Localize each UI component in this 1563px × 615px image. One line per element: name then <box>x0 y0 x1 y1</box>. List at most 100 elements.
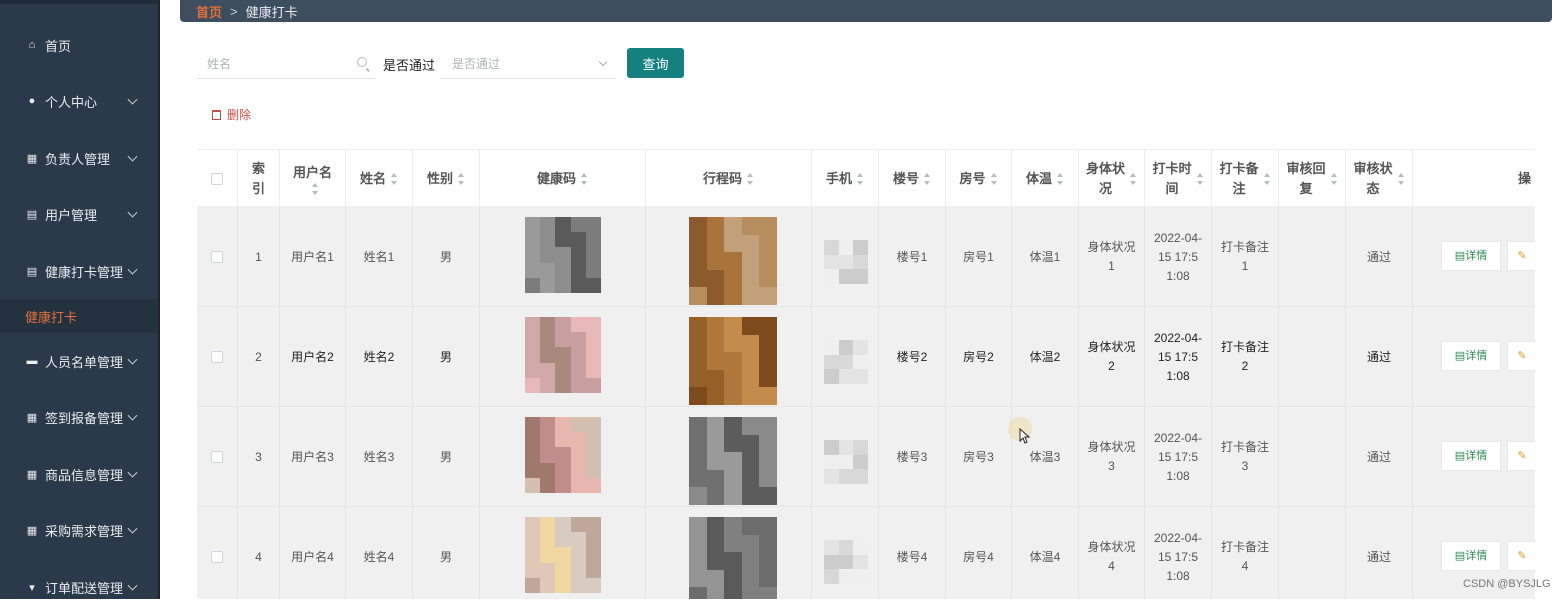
detail-button[interactable]: ▤ 详情 <box>1441 541 1501 571</box>
watermark: CSDN @BYSJLG <box>1463 578 1551 590</box>
cell-time: 2022-04- 15 17:5 1:08 <box>1145 407 1212 507</box>
page-right-margin <box>1551 24 1563 599</box>
grid-icon: ▦ <box>26 524 38 537</box>
cell-username: 用户名1 <box>280 207 346 307</box>
sort-icon <box>390 173 398 185</box>
edit-button[interactable]: ✎ <box>1507 441 1535 471</box>
sidebar-item-users[interactable]: ▤ 用户管理 <box>0 186 158 242</box>
col-body-status[interactable]: 身体状 况 <box>1079 150 1145 208</box>
pass-filter-select[interactable]: 是否通过 <box>440 48 616 79</box>
breadcrumb-home-link[interactable]: 首页 <box>196 2 222 21</box>
sidebar-item-delivery[interactable]: ▾ 订单配送管理 <box>0 559 158 615</box>
trip-code-image <box>646 407 812 507</box>
phone-cell-blurred <box>812 207 879 307</box>
table-row[interactable]: 4 用户名4 姓名4 男 楼号4 房号4 体温4 身体状况 4 2022-04- 15 17:5… <box>197 507 1535 599</box>
table-row[interactable]: 3 用户名3 姓名3 男楼号3 房号3 体温3 身体状况 3 2022-04- 15 17:5… <box>197 407 1535 507</box>
sort-icon <box>856 173 864 185</box>
name-search-input[interactable]: 姓名 <box>197 48 375 79</box>
sort-icon <box>1056 173 1064 185</box>
col-username-label: 用户名 <box>292 165 332 180</box>
cell-body: 身体状况 2 <box>1079 307 1145 407</box>
sidebar-item-home[interactable]: ⌂ 首页 <box>0 17 158 73</box>
table-row[interactable]: 2 用户名2 姓名2 男 楼号2 房号2 体温2 身体状况 2 2022-04- 15 17:5… <box>197 307 1535 407</box>
sidebar-item-health-checkin[interactable]: ▤ 健康打卡管理 <box>0 243 158 299</box>
row-checkbox[interactable] <box>211 451 223 463</box>
col-health-code[interactable]: 健康码 <box>480 150 646 208</box>
detail-button-label: 详情 <box>1465 449 1488 462</box>
delete-button[interactable]: 删除 <box>212 106 251 123</box>
sidebar-item-purchase[interactable]: ▦ 采购需求管理 <box>0 502 158 558</box>
table-row[interactable]: 1 用户名1 姓名1 男 楼号1 房号1 体温1 身体状况 1 2022-04- 15 17:5… <box>197 207 1535 307</box>
col-phone[interactable]: 手机 <box>812 150 879 208</box>
pass-filter-placeholder: 是否通过 <box>452 56 501 71</box>
select-all-checkbox[interactable] <box>211 173 223 185</box>
col-building[interactable]: 楼号 <box>879 150 946 208</box>
query-button[interactable]: 查询 <box>627 48 684 78</box>
qr-code-blurred <box>689 417 777 505</box>
cell-username: 用户名4 <box>280 507 346 599</box>
sidebar-item-label: 签到报备管理 <box>45 410 124 426</box>
cell-temperature: 体温1 <box>1012 207 1079 307</box>
detail-button-label: 详情 <box>1465 549 1488 562</box>
cell-temperature: 体温2 <box>1012 307 1079 407</box>
row-checkbox[interactable] <box>211 551 223 563</box>
sidebar-item-signin-report[interactable]: ▦ 签到报备管理 <box>0 389 158 445</box>
col-review-reply[interactable]: 审核回 复 <box>1279 150 1346 208</box>
cell-body: 身体状况 1 <box>1079 207 1145 307</box>
sidebar-item-label: 首页 <box>45 38 72 54</box>
edit-button[interactable]: ✎ <box>1507 241 1535 271</box>
sort-icon <box>1263 173 1271 185</box>
sort-icon <box>990 173 998 185</box>
qr-code-blurred <box>525 217 601 293</box>
edit-button[interactable]: ✎ <box>1507 341 1535 371</box>
sidebar-item-label: 采购需求管理 <box>45 523 124 539</box>
col-index: 索 引 <box>238 150 280 208</box>
col-temperature[interactable]: 体温 <box>1012 150 1079 208</box>
sidebar-edge <box>158 0 160 599</box>
detail-button[interactable]: ▤ 详情 <box>1441 441 1501 471</box>
col-gender[interactable]: 性别 <box>413 150 480 208</box>
col-review-status-label: 审核状 态 <box>1353 161 1393 196</box>
pencil-icon: ✎ <box>1517 249 1527 262</box>
row-select-cell <box>197 507 238 599</box>
message-icon: ▬ <box>26 355 38 367</box>
sidebar-item-goods[interactable]: ▦ 商品信息管理 <box>0 446 158 502</box>
cell-temperature: 体温4 <box>1012 507 1079 599</box>
detail-button[interactable]: ▤ 详情 <box>1441 341 1501 371</box>
cell-index: 4 <box>238 507 280 599</box>
sidebar-top-strip <box>0 0 160 4</box>
col-health-code-label: 健康码 <box>536 171 576 186</box>
cell-reply <box>1279 507 1346 599</box>
home-icon: ⌂ <box>28 39 36 51</box>
col-checkin-remark[interactable]: 打卡备 注 <box>1212 150 1279 208</box>
cell-remark: 打卡备注 3 <box>1212 407 1279 507</box>
sidebar-item-personnel-list[interactable]: ▬ 人员名单管理 <box>0 333 158 389</box>
col-room-label: 房号 <box>959 171 986 186</box>
cart-icon: ▾ <box>29 581 35 594</box>
sidebar-item-manager[interactable]: ▦ 负责人管理 <box>0 130 158 186</box>
col-checkin-time[interactable]: 打卡时 间 <box>1145 150 1212 208</box>
col-review-status[interactable]: 审核状 态 <box>1346 150 1413 208</box>
cell-username: 用户名2 <box>280 307 346 407</box>
cell-building: 楼号3 <box>879 407 946 507</box>
row-checkbox[interactable] <box>211 351 223 363</box>
col-name-label: 姓名 <box>359 171 386 186</box>
col-username[interactable]: 用户名 <box>280 150 346 208</box>
grid-icon: ▦ <box>26 468 38 481</box>
cell-room: 房号1 <box>946 207 1012 307</box>
col-trip-code[interactable]: 行程码 <box>646 150 812 208</box>
col-gender-label: 性别 <box>426 171 453 186</box>
sidebar-item-label: 人员名单管理 <box>45 354 124 370</box>
edit-button[interactable]: ✎ <box>1507 541 1535 571</box>
select-all-cell <box>197 150 238 208</box>
sidebar-subitem-health-checkin[interactable]: 健康打卡 <box>0 299 158 333</box>
col-room[interactable]: 房号 <box>946 150 1012 208</box>
detail-button[interactable]: ▤ 详情 <box>1441 241 1501 271</box>
cell-index: 3 <box>238 407 280 507</box>
document-icon: ▤ <box>26 265 38 278</box>
row-select-cell <box>197 207 238 307</box>
row-checkbox[interactable] <box>211 251 223 263</box>
sidebar-item-personal-center[interactable]: ● 个人中心 <box>0 73 158 129</box>
breadcrumb-separator: > <box>230 3 238 19</box>
col-name[interactable]: 姓名 <box>346 150 413 208</box>
